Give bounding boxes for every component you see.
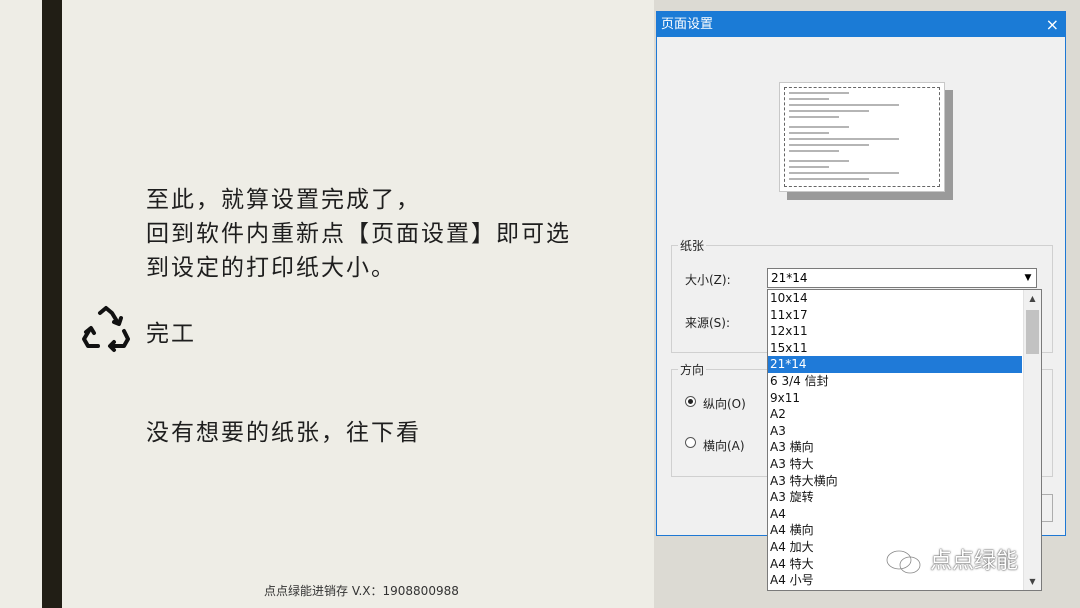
portrait-label[interactable]: 纵向(O)	[703, 395, 746, 412]
chevron-down-icon[interactable]: ▼	[1020, 269, 1036, 287]
preview-line	[789, 144, 869, 146]
scrollbar-thumb[interactable]	[1026, 310, 1039, 354]
landscape-label[interactable]: 横向(A)	[703, 437, 745, 454]
paper-size-option[interactable]: 10x14	[768, 290, 1022, 307]
preview-line	[789, 160, 849, 162]
instruction-line-1: 至此，就算设置完成了，	[146, 187, 421, 213]
preview-line	[789, 104, 899, 106]
preview-line	[789, 132, 829, 134]
paper-size-combobox[interactable]: 21*14 ▼	[767, 268, 1037, 288]
page-setup-dialog: 页面设置 × 纸张 大小(Z): 来源(S): 方向 纵向(O) 横向(A) 2…	[656, 11, 1066, 591]
close-icon[interactable]: ×	[1046, 12, 1059, 37]
preview-line	[789, 98, 829, 100]
preview-line	[789, 166, 829, 168]
paper-size-option[interactable]: 6 3/4 信封	[768, 373, 1022, 390]
paper-preview	[779, 82, 945, 192]
scrollbar[interactable]: ▲ ▼	[1023, 290, 1041, 590]
left-decorative-bar	[42, 0, 62, 608]
orientation-group-label: 方向	[678, 361, 707, 378]
paper-size-option[interactable]: A3 旋转	[768, 489, 1022, 506]
preview-line	[789, 172, 899, 174]
paper-size-value: 21*14	[771, 271, 808, 285]
preview-line	[789, 116, 839, 118]
preview-line	[789, 110, 869, 112]
done-label: 完工	[146, 321, 196, 347]
paper-size-option[interactable]: A3 特大	[768, 456, 1022, 473]
instruction-line-2: 回到软件内重新点【页面设置】即可选	[146, 221, 571, 247]
source-label: 来源(S):	[685, 316, 731, 330]
paper-size-option[interactable]: A3 特大横向	[768, 473, 1022, 490]
preview-line	[789, 178, 869, 180]
paper-size-option[interactable]: 9x11	[768, 390, 1022, 407]
dialog-titlebar: 页面设置 ×	[657, 12, 1065, 37]
preview-line	[789, 126, 849, 128]
instruction-line-3: 到设定的打印纸大小。	[146, 255, 396, 281]
paper-size-option[interactable]: 15x11	[768, 340, 1022, 357]
dialog-title: 页面设置	[661, 17, 714, 32]
paper-size-option[interactable]: 11x17	[768, 307, 1022, 324]
preview-line	[789, 150, 839, 152]
paper-size-option[interactable]: 21*14	[768, 356, 1022, 373]
paper-size-option[interactable]: A2	[768, 406, 1022, 423]
scroll-down-icon[interactable]: ▼	[1024, 573, 1041, 590]
footer-contact: 点点绿能进销存 V.X：1908800988	[264, 584, 459, 598]
scroll-up-icon[interactable]: ▲	[1024, 290, 1041, 307]
landscape-radio[interactable]	[685, 437, 696, 448]
wechat-icon	[885, 549, 922, 575]
recycle-icon	[82, 306, 130, 352]
preview-line	[789, 92, 849, 94]
paper-group-label: 纸张	[678, 237, 707, 254]
size-label: 大小(Z):	[685, 273, 731, 287]
paper-size-option[interactable]: A4	[768, 506, 1022, 523]
instruction-text: 至此，就算设置完成了， 回到软件内重新点【页面设置】即可选 到设定的打印纸大小。	[146, 183, 571, 285]
hint-text: 没有想要的纸张，往下看	[146, 420, 421, 446]
preview-line	[789, 138, 899, 140]
paper-size-option[interactable]: A3 横向	[768, 439, 1022, 456]
portrait-radio[interactable]	[685, 396, 696, 407]
preview-margin-outline	[784, 87, 940, 187]
paper-size-option[interactable]: 12x11	[768, 323, 1022, 340]
paper-size-option[interactable]: A4 横向	[768, 522, 1022, 539]
watermark-text: 点点绿能	[930, 549, 1019, 574]
paper-size-option[interactable]: A3	[768, 423, 1022, 440]
